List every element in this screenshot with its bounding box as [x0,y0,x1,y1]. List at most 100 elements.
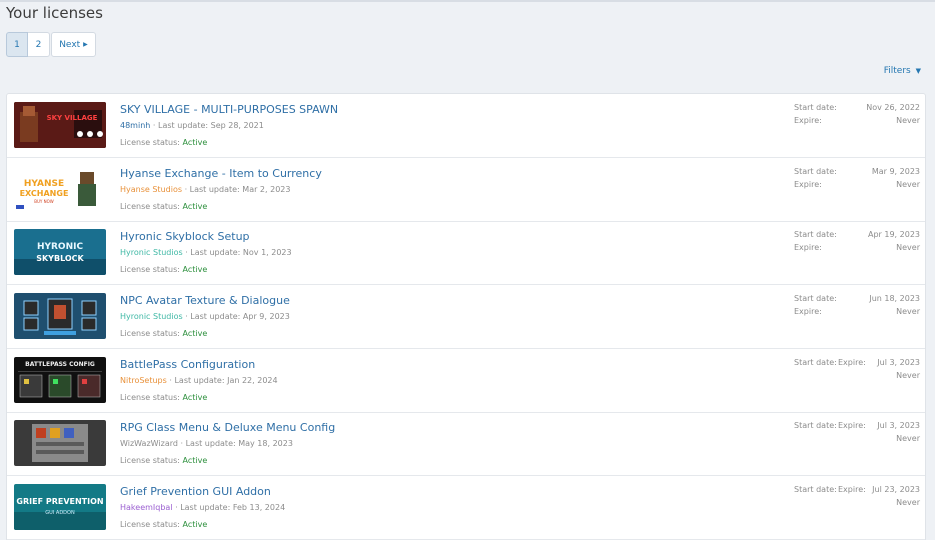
svg-text:HYANSE: HYANSE [24,179,64,189]
page-1-button[interactable]: 1 [6,32,28,57]
author-link[interactable]: HakeemIqbal [120,503,173,512]
resource-meta: Hyronic Studios · Last update: Apr 9, 20… [120,312,290,321]
status-badge: Active [182,265,208,274]
caret-down-icon: ▼ [915,67,921,75]
author-link[interactable]: NitroSetups [120,376,167,385]
last-update: Last update: Mar 2, 2023 [189,185,291,194]
status-label: License status: [120,138,180,147]
license-list: SKY VILLAGE SKY VILLAGE - MULTI-PURPOSES… [6,93,926,540]
resource-thumbnail[interactable]: GRIEF PREVENTION GUI ADDON [14,484,106,530]
resource-title-link[interactable]: Hyronic Skyblock Setup [120,230,250,243]
status-badge: Active [182,520,208,529]
start-date-value: Mar 9, 2023 [871,167,920,176]
start-date-value: Nov 26, 2022 [866,103,920,112]
resource-thumbnail[interactable] [14,420,106,466]
resource-meta: 48minh · Last update: Sep 28, 2021 [120,121,264,130]
last-update: Last update: Jan 22, 2024 [174,376,278,385]
resource-thumbnail[interactable]: HYANSE EXCHANGE BUY NOW [14,166,106,212]
start-date-label: Start date: [794,358,837,367]
svg-text:SKYBLOCK: SKYBLOCK [36,254,84,263]
author-link[interactable]: Hyronic Studios [120,248,183,257]
chevron-right-icon: ▶ [83,41,88,48]
expire-value: Never [896,371,920,380]
license-row: HYRONIC SKYBLOCK Hyronic Skyblock Setup … [7,221,925,285]
expire-value: Never [896,498,920,507]
author-link[interactable]: Hyronic Studios [120,312,183,321]
license-row: HYANSE EXCHANGE BUY NOW Hyanse Exchange … [7,158,925,222]
license-status: License status: Active [120,520,207,529]
top-border [0,0,935,2]
status-label: License status: [120,202,180,211]
license-status: License status: Active [120,329,207,338]
status-badge: Active [182,202,208,211]
expire-label: Expire: [838,485,866,494]
start-date-label: Start date: [794,294,837,303]
resource-meta: Hyanse Studios · Last update: Mar 2, 202… [120,185,290,194]
last-update: Last update: Nov 1, 2023 [190,248,292,257]
resource-title-link[interactable]: NPC Avatar Texture & Dialogue [120,294,290,307]
start-date-label: Start date: [794,485,837,494]
resource-title-link[interactable]: RPG Class Menu & Deluxe Menu Config [120,421,335,434]
license-row: GRIEF PREVENTION GUI ADDON Grief Prevent… [7,476,925,540]
next-page-button[interactable]: Next ▶ [51,32,96,57]
svg-text:BATTLEPASS CONFIG: BATTLEPASS CONFIG [25,361,95,368]
license-status: License status: Active [120,202,207,211]
start-date-label: Start date: [794,421,837,430]
resource-thumbnail[interactable] [14,293,106,339]
expire-value: Never [896,116,920,125]
last-update: Last update: May 18, 2023 [185,439,293,448]
start-date-value: Apr 19, 2023 [867,230,920,239]
expire-label: Expire: [838,421,866,430]
last-update: Last update: Sep 28, 2021 [157,121,264,130]
expire-label: Expire: [794,307,822,316]
status-badge: Active [182,329,208,338]
author-link[interactable]: WizWazWizard [120,439,178,448]
resource-title-link[interactable]: Grief Prevention GUI Addon [120,485,271,498]
svg-text:EXCHANGE: EXCHANGE [20,189,69,198]
resource-thumbnail[interactable]: HYRONIC SKYBLOCK [14,229,106,275]
page-title: Your licenses [6,4,103,22]
svg-text:HYRONIC: HYRONIC [37,242,84,252]
resource-title-link[interactable]: BattlePass Configuration [120,358,255,371]
license-row: BATTLEPASS CONFIG BattlePass Configurati… [7,349,925,413]
expire-value: Never [896,180,920,189]
expire-value: Never [896,434,920,443]
start-date-value: Jul 23, 2023 [872,485,920,494]
start-date-value: Jul 3, 2023 [877,358,920,367]
resource-title-link[interactable]: Hyanse Exchange - Item to Currency [120,167,322,180]
status-badge: Active [182,456,208,465]
svg-text:GRIEF PREVENTION: GRIEF PREVENTION [16,497,103,506]
start-date-label: Start date: [794,230,837,239]
resource-meta: Hyronic Studios · Last update: Nov 1, 20… [120,248,292,257]
expire-label: Expire: [838,358,866,367]
author-link[interactable]: 48minh [120,121,150,130]
next-label: Next [59,39,81,50]
start-date-value: Jun 18, 2023 [869,294,920,303]
resource-meta: NitroSetups · Last update: Jan 22, 2024 [120,376,278,385]
start-date-label: Start date: [794,167,837,176]
expire-label: Expire: [794,180,822,189]
resource-thumbnail[interactable]: BATTLEPASS CONFIG [14,357,106,403]
resource-meta: WizWazWizard · Last update: May 18, 2023 [120,439,293,448]
status-label: License status: [120,520,180,529]
license-row: SKY VILLAGE SKY VILLAGE - MULTI-PURPOSES… [7,94,925,158]
expire-label: Expire: [794,116,822,125]
status-badge: Active [182,138,208,147]
expire-value: Never [896,307,920,316]
license-status: License status: Active [120,138,207,147]
license-status: License status: Active [120,393,207,402]
status-label: License status: [120,393,180,402]
license-status: License status: Active [120,456,207,465]
resource-title-link[interactable]: SKY VILLAGE - MULTI-PURPOSES SPAWN [120,103,338,116]
svg-text:GUI ADDON: GUI ADDON [45,510,75,516]
resource-thumbnail[interactable]: SKY VILLAGE [14,102,106,148]
author-link[interactable]: Hyanse Studios [120,185,182,194]
page-2-button[interactable]: 2 [28,32,50,57]
start-date-value: Jul 3, 2023 [877,421,920,430]
status-label: License status: [120,456,180,465]
last-update: Last update: Apr 9, 2023 [190,312,290,321]
license-row: NPC Avatar Texture & Dialogue Hyronic St… [7,285,925,349]
start-date-label: Start date: [794,103,837,112]
filters-menu[interactable]: Filters ▼ [884,66,921,76]
status-label: License status: [120,329,180,338]
